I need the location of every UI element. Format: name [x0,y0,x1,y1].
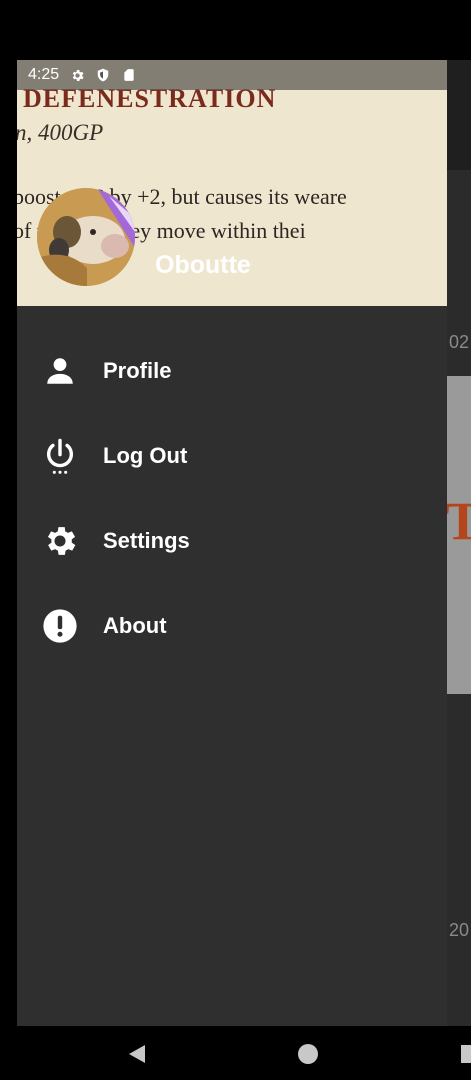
background-date-bottom: 20 [449,920,470,940]
menu-item-label: Log Out [103,442,188,468]
system-nav-bar [0,1026,471,1080]
background-app-header [447,60,471,170]
menu-item-label: About [103,612,167,638]
back-icon[interactable] [118,1034,158,1074]
menu-item-label: Settings [103,527,190,553]
info-alert-icon [40,606,80,646]
menu-item-about[interactable]: About [17,583,447,668]
menu-item-settings[interactable]: Settings [17,498,447,583]
menu-item-log-out[interactable]: Log Out [17,413,447,498]
sd-card-icon [121,67,137,83]
power-icon [40,436,80,476]
drawer-menu: Profile Log Out Settings About [17,328,447,668]
menu-item-profile[interactable]: Profile [17,328,447,413]
recents-icon[interactable] [448,1034,471,1074]
header-background-subtitle: n, 400GP [17,120,104,145]
settings-gear-icon [69,67,85,83]
home-icon[interactable] [288,1034,328,1074]
background-date-top: 02 [449,332,470,352]
person-icon [40,351,80,391]
drawer-header: DEFENESTRATION n, 400GP boosts AC by +2,… [17,60,447,306]
gear-icon [40,521,80,561]
background-app: 02 Te 20 [447,60,471,1026]
navigation-drawer: DEFENESTRATION n, 400GP boosts AC by +2,… [17,60,447,1026]
username: Oboutte [155,251,251,279]
shield-icon [95,67,111,83]
status-bar: 4:25 [17,60,447,90]
user-avatar[interactable] [37,188,135,286]
background-title-fragment: Te [447,491,471,551]
menu-item-label: Profile [103,357,172,383]
status-time: 4:25 [28,66,60,83]
